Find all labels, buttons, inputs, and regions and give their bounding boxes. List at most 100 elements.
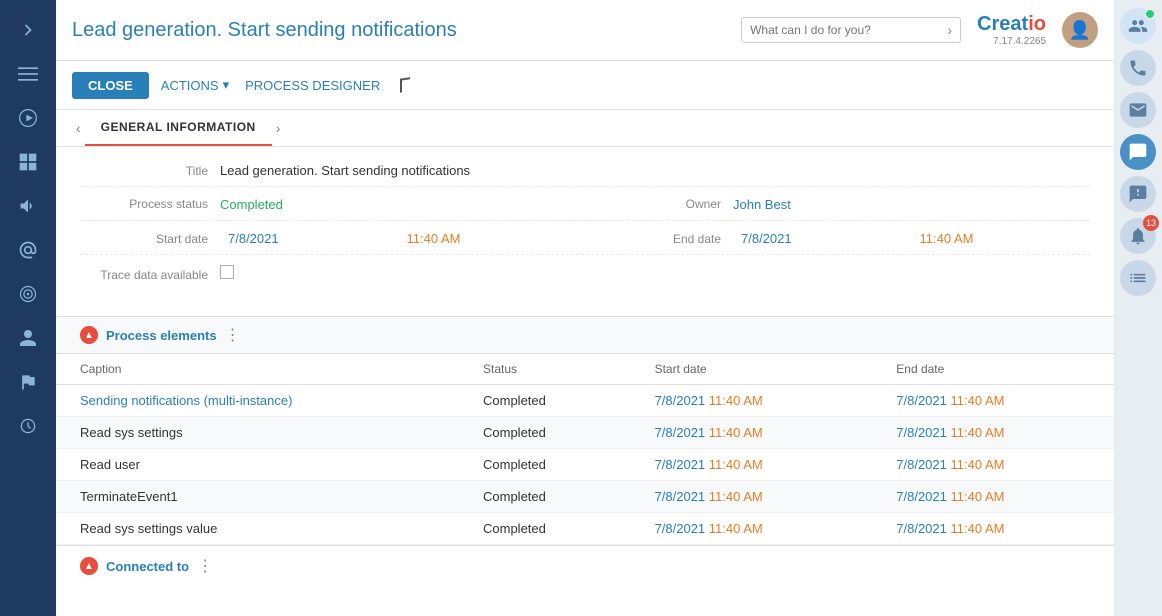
dropdown-icon: ▾ (223, 77, 230, 93)
dates-row: Start date 7/8/2021 11:40 AM End date 7/… (80, 231, 1090, 255)
search-box[interactable]: › (741, 17, 961, 43)
sidebar-at[interactable] (8, 230, 48, 270)
notification-badge: 13 (1143, 215, 1159, 231)
sidebar-menu[interactable] (8, 54, 48, 94)
main-content: Lead generation. Start sending notificat… (56, 0, 1114, 616)
col-caption: Caption (56, 354, 459, 385)
process-elements-section-header: ▲ Process elements ⋮ (56, 316, 1114, 354)
table-row: Read sys settings valueCompleted7/8/2021… (56, 513, 1114, 545)
cell-start-date: 7/8/2021 11:40 AM (631, 385, 873, 417)
cell-end-date: 7/8/2021 11:40 AM (872, 481, 1114, 513)
sidebar-megaphone[interactable] (8, 186, 48, 226)
connected-to-section-header: ▲ Connected to ⋮ (56, 545, 1114, 586)
table-row: Read userCompleted7/8/2021 11:40 AM7/8/2… (56, 449, 1114, 481)
right-btn-list[interactable] (1120, 260, 1156, 296)
cursor-icon (400, 77, 410, 92)
cell-status: Completed (459, 513, 631, 545)
cell-caption[interactable]: Sending notifications (multi-instance) (56, 385, 459, 417)
owner-value[interactable]: John Best (733, 197, 1090, 212)
table-header-row: Caption Status Start date End date (56, 354, 1114, 385)
title-row: Title Lead generation. Start sending not… (80, 163, 1090, 187)
process-elements-table: Caption Status Start date End date Sendi… (56, 354, 1114, 545)
header: Lead generation. Start sending notificat… (56, 0, 1114, 61)
sidebar-circle[interactable] (8, 406, 48, 446)
tab-prev-button[interactable]: ‹ (72, 116, 85, 140)
cell-start-date: 7/8/2021 11:40 AM (631, 449, 873, 481)
process-elements-tbody: Sending notifications (multi-instance)Co… (56, 385, 1114, 545)
search-input[interactable] (750, 23, 947, 37)
cell-start-date: 7/8/2021 11:40 AM (631, 481, 873, 513)
right-sidebar: 13 (1114, 0, 1162, 616)
right-btn-notifications[interactable]: 13 (1120, 218, 1156, 254)
tab-next-button[interactable]: › (272, 116, 285, 140)
cell-end-date: 7/8/2021 11:40 AM (872, 417, 1114, 449)
logo-creat: Creat (977, 13, 1028, 35)
section-menu-button[interactable]: ⋮ (225, 325, 243, 345)
cell-status: Completed (459, 417, 631, 449)
cell-status: Completed (459, 481, 631, 513)
search-arrow-icon: › (947, 22, 952, 38)
version: 7.17.4.2265 (993, 36, 1046, 47)
trace-label: Trace data available (80, 268, 220, 282)
sidebar-user[interactable] (8, 318, 48, 358)
table-row: Sending notifications (multi-instance)Co… (56, 385, 1114, 417)
actions-button[interactable]: ACTIONS ▾ (157, 71, 233, 99)
sidebar-expand[interactable] (8, 10, 48, 50)
col-start-date: Start date (631, 354, 873, 385)
cell-caption: TerminateEvent1 (56, 481, 459, 513)
cell-start-date: 7/8/2021 11:40 AM (631, 417, 873, 449)
trace-checkbox-wrapper (220, 265, 234, 279)
content-area: Title Lead generation. Start sending not… (56, 147, 1114, 616)
title-value: Lead generation. Start sending notificat… (220, 163, 1090, 178)
logo-area: Creatio 7.17.4.2265 (977, 13, 1046, 47)
section-toggle-button[interactable]: ▲ (80, 326, 98, 344)
sidebar-target[interactable] (8, 274, 48, 314)
owner-label: Owner (593, 197, 733, 212)
cell-caption: Read user (56, 449, 459, 481)
col-end-date: End date (872, 354, 1114, 385)
cell-caption: Read sys settings (56, 417, 459, 449)
trace-row: Trace data available (80, 265, 1090, 290)
end-date-label: End date (593, 232, 733, 246)
start-time-value: 11:40 AM (407, 231, 578, 246)
cell-status: Completed (459, 449, 631, 481)
cell-end-date: 7/8/2021 11:40 AM (872, 449, 1114, 481)
tab-bar: ‹ GENERAL INFORMATION › (56, 110, 1114, 147)
connected-section-menu[interactable]: ⋮ (197, 556, 215, 576)
start-date-label: Start date (80, 232, 220, 246)
left-sidebar (0, 0, 56, 616)
form-section: Title Lead generation. Start sending not… (56, 147, 1114, 316)
title-label: Title (80, 164, 220, 178)
close-button[interactable]: CLOSE (72, 72, 149, 99)
cell-end-date: 7/8/2021 11:40 AM (872, 385, 1114, 417)
end-date-value: 7/8/2021 (741, 231, 912, 246)
sidebar-flag[interactable] (8, 362, 48, 402)
cell-start-date: 7/8/2021 11:40 AM (631, 513, 873, 545)
table-row: TerminateEvent1Completed7/8/2021 11:40 A… (56, 481, 1114, 513)
cell-status: Completed (459, 385, 631, 417)
process-status-value: Completed (220, 197, 577, 212)
right-btn-support[interactable] (1120, 176, 1156, 212)
avatar: 👤 (1062, 12, 1098, 48)
connected-section-toggle[interactable]: ▲ (80, 557, 98, 575)
right-btn-users[interactable] (1120, 8, 1156, 44)
cell-caption: Read sys settings value (56, 513, 459, 545)
start-date-value: 7/8/2021 (228, 231, 399, 246)
end-time-value: 11:40 AM (920, 231, 1091, 246)
right-btn-chat[interactable] (1120, 134, 1156, 170)
right-btn-phone[interactable] (1120, 50, 1156, 86)
process-elements-title: Process elements (106, 328, 217, 343)
connected-to-title: Connected to (106, 559, 189, 574)
sidebar-play[interactable] (8, 98, 48, 138)
logo: Creatio (977, 13, 1046, 36)
page-title: Lead generation. Start sending notificat… (72, 19, 725, 42)
process-status-label: Process status (80, 197, 220, 212)
tab-general-information[interactable]: GENERAL INFORMATION (85, 110, 272, 146)
right-btn-mail[interactable] (1120, 92, 1156, 128)
sidebar-grid[interactable] (8, 142, 48, 182)
process-designer-button[interactable]: PROCESS DESIGNER (241, 72, 384, 99)
trace-checkbox[interactable] (220, 265, 234, 279)
cell-end-date: 7/8/2021 11:40 AM (872, 513, 1114, 545)
status-owner-row: Process status Completed Owner John Best (80, 197, 1090, 221)
logo-io: io (1028, 13, 1046, 35)
